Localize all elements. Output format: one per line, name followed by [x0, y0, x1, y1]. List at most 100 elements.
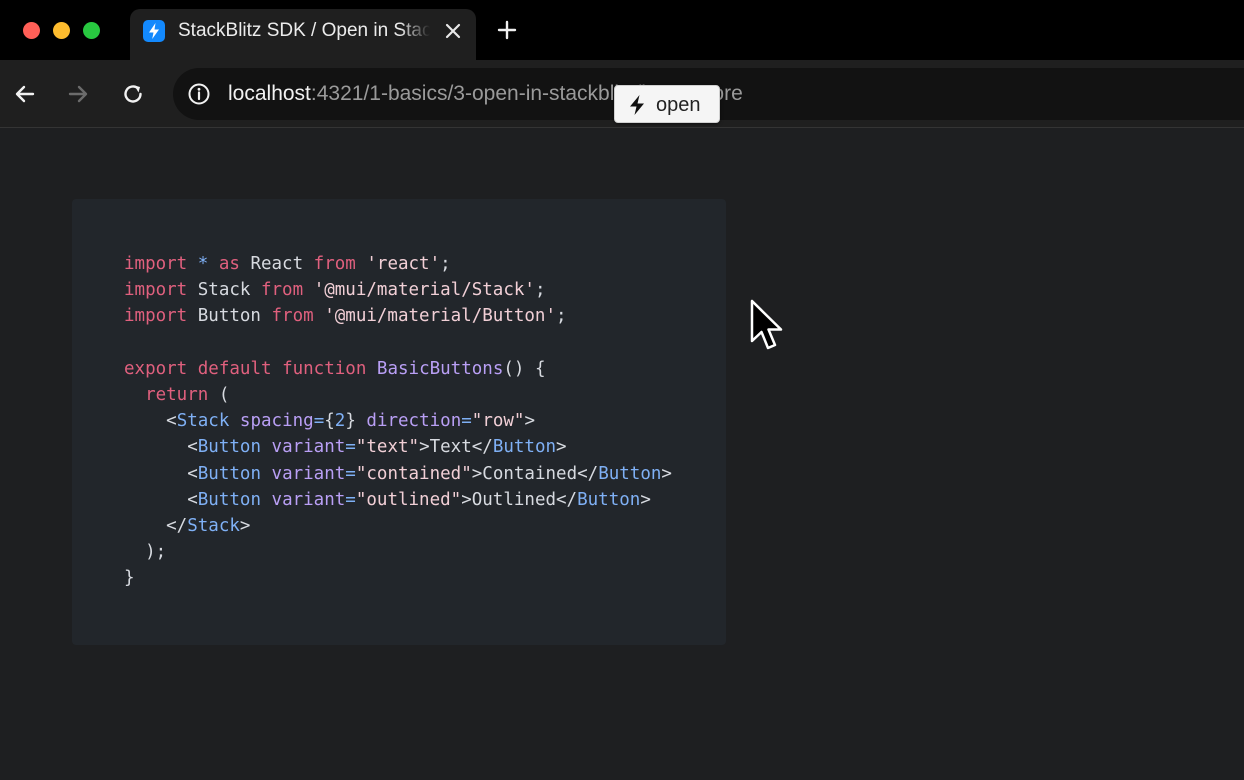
code-line: return (	[124, 382, 672, 408]
url-host: localhost	[228, 82, 311, 105]
back-arrow-icon[interactable]	[13, 82, 37, 106]
mouse-pointer-icon	[750, 299, 788, 355]
window-close-button[interactable]	[23, 22, 40, 39]
code-token: =	[345, 489, 356, 510]
open-in-stackblitz-button[interactable]: open	[614, 85, 720, 123]
code-token: 2	[334, 411, 346, 432]
code-token: <	[124, 463, 198, 484]
code-line: import * as React from 'react';	[124, 251, 672, 277]
code-token: Stack	[187, 515, 240, 536]
code-token: >	[239, 515, 251, 536]
open-button-label: open	[656, 94, 701, 116]
code-token: "text"	[355, 437, 420, 458]
code-token: function	[282, 358, 367, 379]
code-token: from	[313, 254, 356, 274]
code-token: Button	[577, 489, 641, 510]
reload-icon[interactable]	[121, 82, 145, 106]
code-listing: import * as React from 'react'; import St…	[124, 251, 672, 591]
code-token: from	[260, 280, 304, 301]
forward-arrow-icon[interactable]	[66, 82, 90, 106]
code-token: >Outlined</	[461, 489, 578, 510]
code-line: export default function BasicButtons() {	[124, 356, 672, 382]
code-token: *	[187, 254, 219, 274]
code-token: >	[524, 411, 536, 432]
code-line: );	[124, 539, 672, 565]
code-token: import	[124, 254, 188, 274]
code-token: 'react'	[366, 254, 441, 274]
code-token: >Text</	[419, 437, 493, 458]
code-token: "contained"	[355, 463, 472, 484]
code-token: ;	[440, 254, 451, 274]
code-token: =	[313, 411, 325, 432]
code-token: variant	[271, 463, 346, 484]
code-token: default	[197, 358, 272, 379]
new-tab-plus-icon[interactable]	[496, 19, 518, 41]
code-token: variant	[271, 489, 346, 510]
code-token: Button	[492, 437, 557, 458]
code-token: () {	[503, 358, 546, 379]
code-token: >Contained</	[471, 463, 599, 484]
tab-title: StackBlitz SDK / Open in StackBlitz	[178, 20, 430, 41]
code-line: <Button variant="text">Text</Button>	[124, 434, 672, 460]
code-token: Stack	[187, 280, 261, 301]
code-token: spacing	[239, 411, 314, 432]
code-token: ;	[556, 306, 567, 327]
code-token: Button	[197, 463, 261, 484]
code-token: return	[145, 384, 209, 405]
code-token: import	[124, 280, 188, 301]
code-line: }	[124, 565, 672, 591]
window-maximize-button[interactable]	[83, 22, 100, 39]
code-line: <Button variant="outlined">Outlined</But…	[124, 487, 672, 513]
code-token: );	[124, 542, 167, 563]
code-token: >	[640, 489, 651, 510]
window-minimize-button[interactable]	[53, 22, 70, 39]
code-token: ;	[534, 280, 546, 301]
stackblitz-bolt-icon	[143, 20, 165, 42]
code-line: import Stack from '@mui/material/Stack';	[124, 277, 672, 303]
code-token: }	[124, 568, 135, 589]
page-content: import * as React from 'react'; import St…	[0, 129, 1244, 780]
code-line: import Button from '@mui/material/Button…	[124, 303, 672, 329]
code-token: Button	[598, 463, 662, 484]
code-token: =	[461, 411, 472, 432]
code-token: direction	[366, 411, 462, 432]
code-token: =	[345, 463, 356, 484]
close-tab-icon[interactable]	[443, 21, 463, 41]
code-token: }	[345, 411, 367, 432]
code-line: </Stack>	[124, 513, 672, 539]
code-block: import * as React from 'react'; import St…	[72, 199, 726, 645]
code-line: <Button variant="contained">Contained</B…	[124, 461, 672, 487]
active-tab[interactable]: StackBlitz SDK / Open in StackBlitz	[130, 9, 476, 60]
code-token: {	[324, 411, 335, 432]
code-token: '@mui/material/Button'	[324, 306, 557, 327]
code-token: </	[124, 515, 188, 536]
code-token: React	[239, 254, 314, 274]
site-info-icon[interactable]	[187, 82, 211, 106]
code-token: Button	[187, 306, 272, 327]
code-token: import	[124, 306, 188, 327]
code-token: >	[661, 463, 672, 484]
code-token: <	[124, 489, 198, 510]
code-token: =	[345, 437, 356, 458]
code-token: '@mui/material/Stack'	[313, 280, 535, 301]
code-token: "outlined"	[355, 489, 462, 510]
code-token: BasicButtons	[376, 358, 504, 379]
bolt-icon	[627, 94, 647, 116]
code-token: <	[124, 437, 198, 458]
browser-title-bar: StackBlitz SDK / Open in StackBlitz	[0, 0, 1244, 60]
code-token: >	[556, 437, 567, 458]
code-token: as	[218, 254, 240, 274]
code-token: Stack	[176, 411, 230, 432]
code-token: Button	[197, 437, 261, 458]
code-token: <	[124, 411, 177, 432]
